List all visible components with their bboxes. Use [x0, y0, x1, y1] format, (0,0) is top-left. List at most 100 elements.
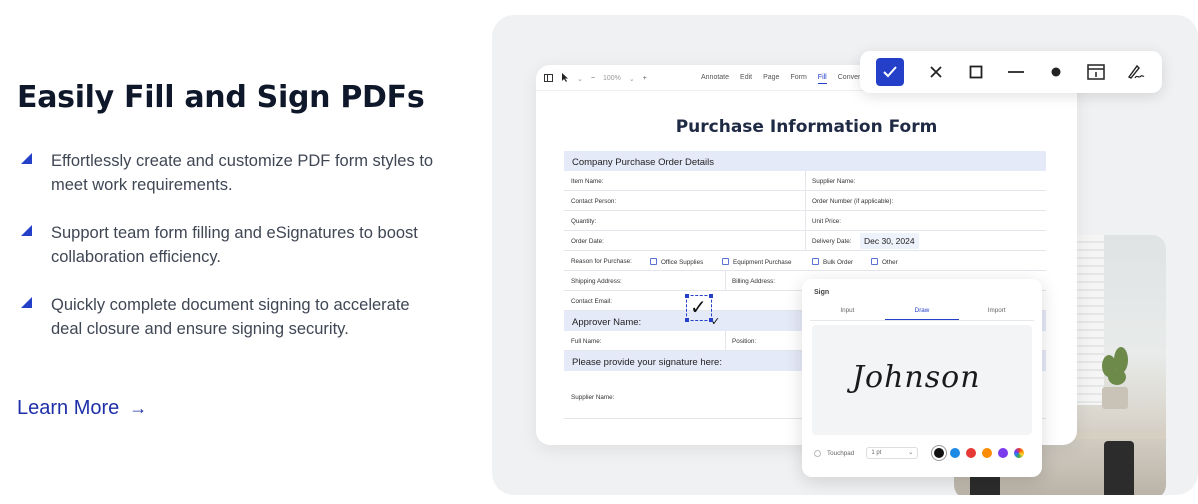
field-label[interactable]: Shipping Address:: [571, 278, 622, 285]
date-field-icon: [1087, 64, 1105, 80]
learn-more-link[interactable]: Learn More →: [17, 397, 147, 420]
line-icon: [1008, 71, 1024, 73]
triangle-bullet-icon: [21, 153, 32, 164]
checkbox-office-supplies[interactable]: Office Supplies: [650, 258, 703, 266]
field-label[interactable]: Order Number (if applicable):: [812, 198, 893, 205]
touchpad-label: Touchpad: [827, 449, 855, 457]
checkbox-equipment-purchase[interactable]: Equipment Purchase: [722, 258, 791, 266]
delivery-date-value[interactable]: Dec 30, 2024: [860, 233, 919, 249]
hero-section: Easily Fill and Sign PDFs Effortlessly c…: [0, 0, 1198, 504]
cross-tool-button[interactable]: [916, 58, 956, 86]
form-row: Contact Person: Order Number (if applica…: [564, 191, 1046, 211]
stroke-width-value: 1 pt: [871, 450, 882, 456]
checkbox-box[interactable]: [812, 258, 819, 265]
form-row: Reason for Purchase: Office Supplies Equ…: [564, 251, 1046, 271]
checkbox-label: Bulk Order: [823, 259, 854, 266]
field-label[interactable]: Unit Price:: [812, 218, 841, 225]
divider: [805, 231, 806, 251]
hero-copy: Easily Fill and Sign PDFs Effortlessly c…: [17, 80, 437, 365]
menu-convert[interactable]: Convert: [838, 74, 863, 84]
dot-icon: [1051, 67, 1061, 77]
divider: [805, 191, 806, 211]
chair: [1104, 441, 1134, 495]
feature-item: Quickly complete document signing to acc…: [17, 293, 437, 341]
zoom-level[interactable]: 100%: [603, 75, 621, 82]
sign-dialog-title: Sign: [814, 289, 830, 296]
zoom-out-button[interactable]: −: [591, 75, 595, 82]
field-label[interactable]: Contact Person:: [571, 198, 616, 205]
menu-edit[interactable]: Edit: [740, 74, 752, 84]
checkbox-label: Office Supplies: [661, 259, 704, 266]
panel-toggle-icon[interactable]: [544, 73, 553, 84]
drawn-signature: Johnson: [852, 360, 981, 395]
field-label[interactable]: Quantity:: [571, 218, 596, 225]
field-label[interactable]: Position:: [732, 338, 756, 345]
dot-tool-button[interactable]: [1036, 58, 1076, 86]
touchpad-radio[interactable]: [814, 449, 821, 457]
divider: [805, 171, 806, 191]
form-title: Purchase Information Form: [675, 117, 938, 137]
color-swatches: [934, 448, 1025, 458]
color-swatch[interactable]: [982, 448, 993, 458]
color-swatch[interactable]: [998, 448, 1009, 458]
triangle-bullet-icon: [21, 297, 32, 308]
menu-annotate[interactable]: Annotate: [701, 74, 729, 84]
color-swatch[interactable]: [934, 448, 945, 458]
chevron-down-icon[interactable]: ⌄: [577, 75, 583, 83]
form-row: Order Date: Delivery Date: Dec 30, 2024: [564, 231, 1046, 251]
feature-text: Support team form filling and eSignature…: [51, 224, 418, 266]
resize-handle[interactable]: [709, 294, 713, 298]
tab-import[interactable]: Import: [959, 307, 1034, 320]
tab-input[interactable]: Input: [810, 307, 885, 320]
editor-toolbar-left: ⌄ − 100% ⌄ +: [544, 73, 647, 84]
signature-tool-button[interactable]: [1116, 58, 1156, 86]
cursor-tool-icon[interactable]: [561, 73, 569, 84]
check-tool-button[interactable]: [876, 58, 904, 86]
checkbox-other[interactable]: Other: [871, 258, 898, 266]
field-label[interactable]: Delivery Date:: [812, 238, 852, 245]
triangle-bullet-icon: [21, 225, 32, 236]
field-label[interactable]: Order Date:: [571, 238, 604, 245]
checkbox-box[interactable]: [650, 258, 657, 265]
color-swatch[interactable]: [966, 448, 977, 458]
square-tool-button[interactable]: [956, 58, 996, 86]
color-swatch[interactable]: [950, 448, 961, 458]
checkbox-box[interactable]: [871, 258, 878, 265]
date-field-tool-button[interactable]: [1076, 58, 1116, 86]
resize-handle[interactable]: [685, 318, 689, 322]
product-preview-panel: ⌄ − 100% ⌄ + Annotate Edit Page Form Fil…: [492, 15, 1198, 495]
resize-handle[interactable]: [685, 294, 689, 298]
fill-sign-toolbar: [860, 51, 1162, 93]
tab-draw[interactable]: Draw: [884, 307, 960, 320]
line-tool-button[interactable]: [996, 58, 1036, 86]
arrow-right-icon: →: [129, 398, 148, 418]
color-picker-swatch[interactable]: [1014, 448, 1025, 458]
chevron-down-icon[interactable]: ⌄: [629, 75, 635, 83]
checkbox-bulk-order[interactable]: Bulk Order: [812, 258, 853, 266]
feature-text: Effortlessly create and customize PDF fo…: [51, 152, 434, 194]
field-label[interactable]: Supplier Name:: [571, 394, 614, 401]
cross-icon: [930, 66, 942, 78]
checkbox-box[interactable]: [722, 258, 729, 265]
field-label[interactable]: Item Name:: [571, 178, 604, 185]
sign-dialog-footer: Touchpad 1 pt ⌄: [814, 447, 1034, 459]
zoom-in-button[interactable]: +: [643, 75, 647, 82]
editor-menu: Annotate Edit Page Form Fill Convert: [701, 74, 862, 84]
feature-list: Effortlessly create and customize PDF fo…: [17, 149, 437, 341]
hero-headline: Easily Fill and Sign PDFs: [17, 80, 425, 115]
section-header: Company Purchase Order Details: [564, 151, 1046, 171]
stroke-width-select[interactable]: 1 pt ⌄: [866, 447, 919, 459]
menu-form[interactable]: Form: [790, 74, 806, 84]
plant-pot: [1102, 387, 1128, 409]
menu-fill[interactable]: Fill: [817, 74, 827, 84]
sign-tabs: Input Draw Import: [810, 307, 1034, 321]
feature-item: Support team form filling and eSignature…: [17, 221, 437, 269]
divider: [805, 211, 806, 231]
field-label[interactable]: Full Name:: [571, 338, 601, 345]
field-label[interactable]: Supplier Name:: [812, 178, 855, 185]
field-label[interactable]: Contact Email:: [571, 298, 612, 305]
checkbox-label: Equipment Purchase: [733, 259, 792, 266]
menu-page[interactable]: Page: [763, 74, 779, 84]
signature-canvas[interactable]: Johnson: [812, 325, 1032, 435]
field-label[interactable]: Billing Address:: [732, 278, 775, 285]
